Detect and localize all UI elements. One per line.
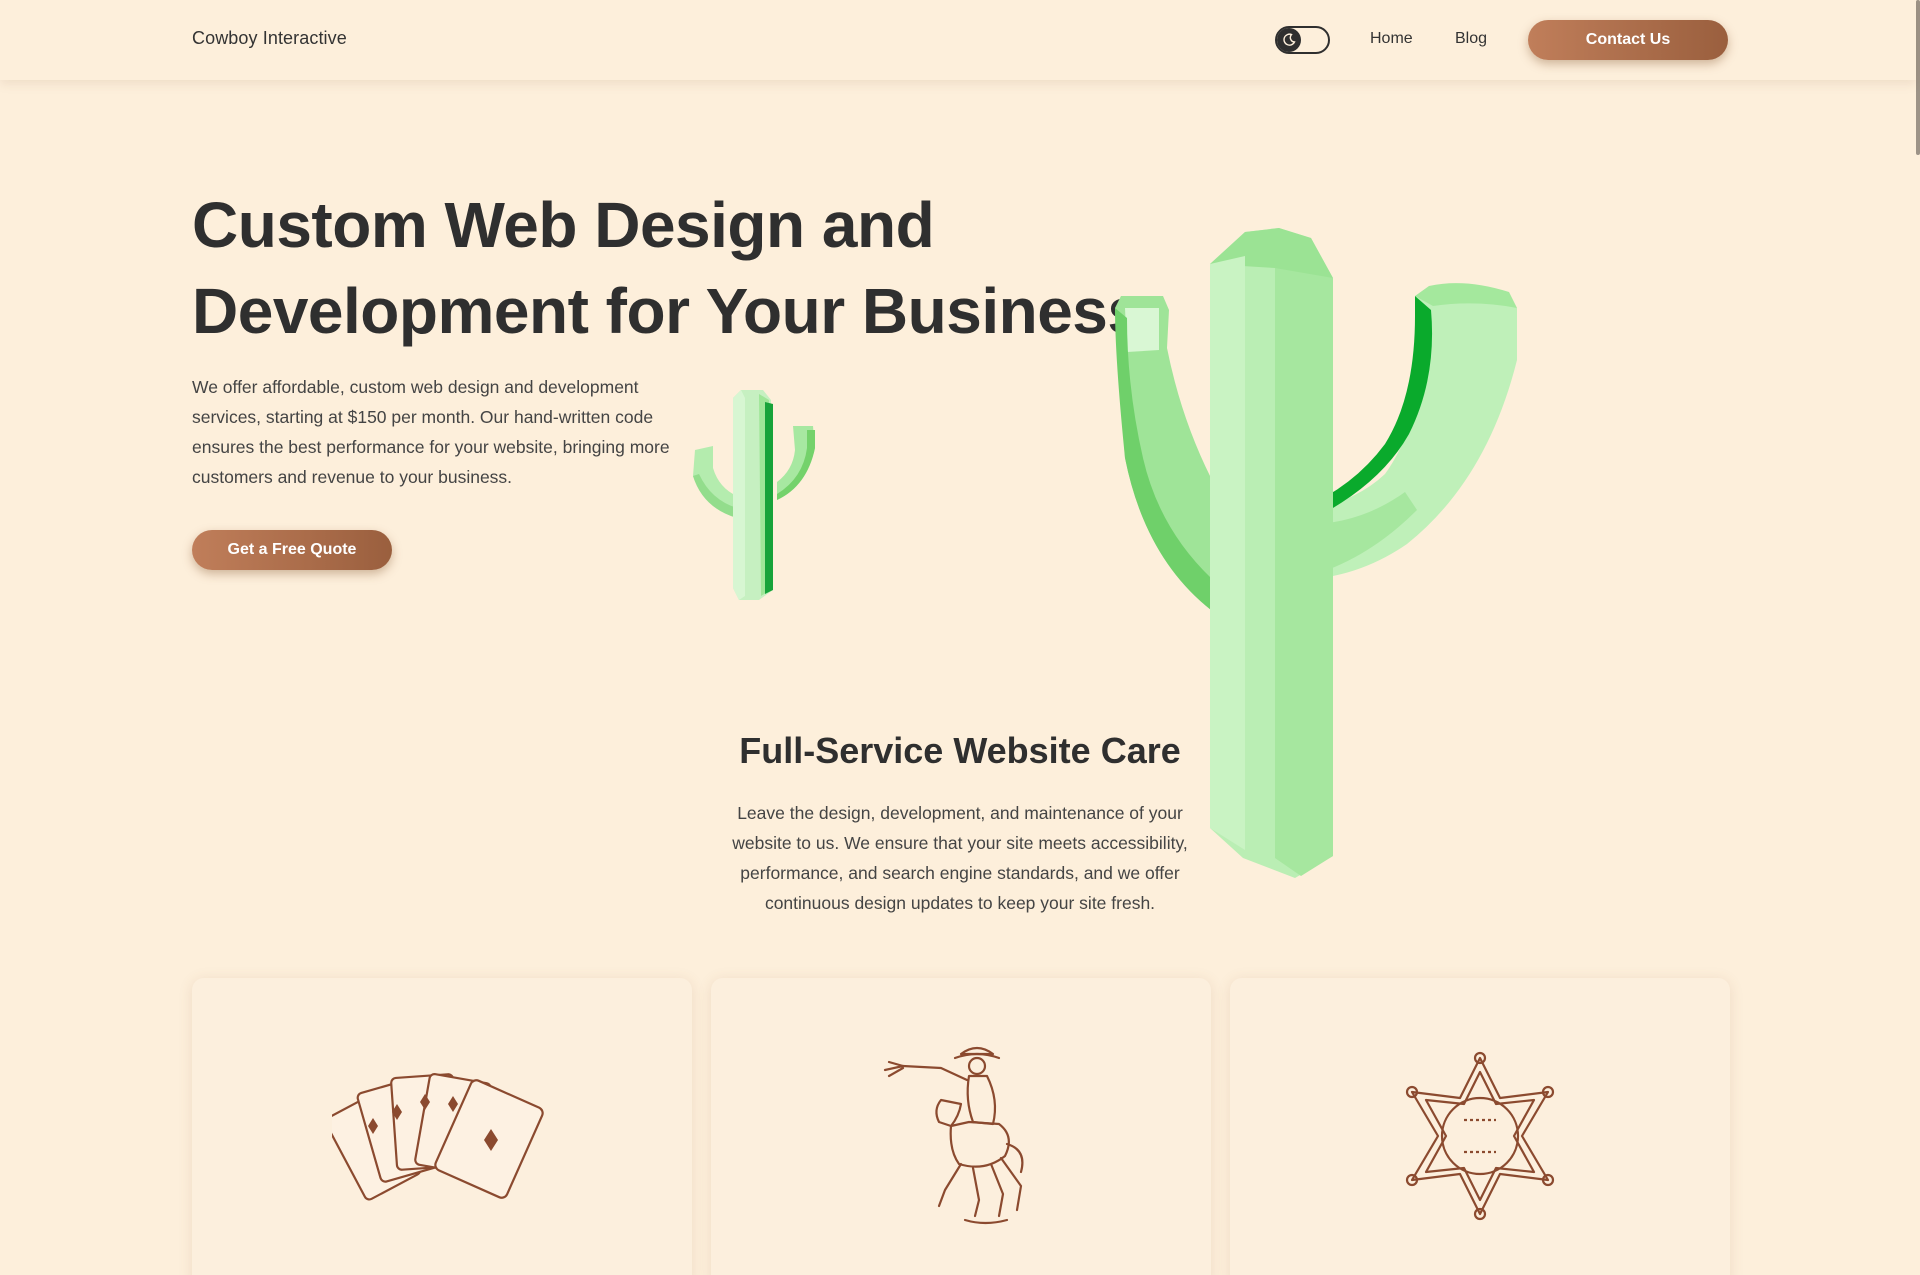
moon-icon — [1277, 28, 1301, 52]
contact-us-button[interactable]: Contact Us — [1528, 20, 1728, 60]
service-card-2 — [711, 978, 1211, 1275]
nav-blog-link[interactable]: Blog — [1455, 30, 1487, 48]
large-cactus-illustration — [1115, 228, 1517, 878]
theme-toggle[interactable] — [1275, 26, 1330, 54]
small-cactus-illustration — [693, 390, 815, 600]
cowboy-rider-icon — [883, 1046, 1024, 1225]
page-scrollbar[interactable] — [1916, 0, 1920, 1275]
page: Cowboy Interactive Home Blog Contact Us … — [0, 0, 1920, 1275]
sheriff-badge-icon — [1405, 1051, 1555, 1221]
services-title: Full-Service Website Care — [739, 730, 1181, 771]
get-free-quote-button[interactable]: Get a Free Quote — [192, 530, 392, 570]
service-card-3 — [1230, 978, 1730, 1275]
hero-title-line-1: Custom Web Design and — [192, 189, 935, 261]
playing-cards-icon — [332, 1073, 544, 1201]
hero-description: We offer affordable, custom web design a… — [192, 377, 670, 487]
service-card-1 — [192, 978, 692, 1275]
brand-logo[interactable]: Cowboy Interactive — [192, 28, 347, 49]
hero-title-line-2: Development for Your Business — [192, 275, 1143, 347]
site-header: Cowboy Interactive Home Blog Contact Us — [0, 0, 1916, 80]
services-description: Leave the design, development, and maint… — [732, 803, 1188, 913]
scrollbar-thumb[interactable] — [1916, 0, 1920, 155]
hero-title: Custom Web Design and Development for Yo… — [192, 182, 1192, 354]
nav-home-link[interactable]: Home — [1370, 30, 1413, 48]
